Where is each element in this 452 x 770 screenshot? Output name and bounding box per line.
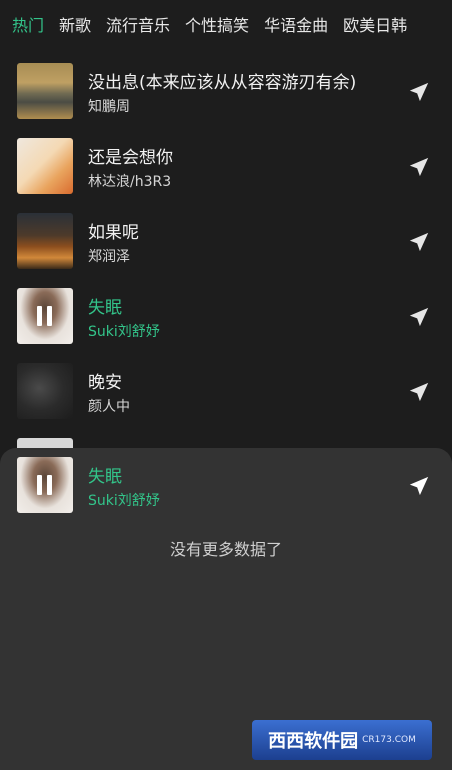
tab-western-jpkr[interactable]: 欧美日韩 [343, 12, 407, 36]
tab-pop-music[interactable]: 流行音乐 [106, 12, 170, 36]
send-icon[interactable] [408, 381, 430, 403]
now-playing-row[interactable]: 失眠 Suki刘舒妤 [0, 442, 452, 517]
song-artist: Suki刘舒妤 [88, 324, 160, 340]
send-icon[interactable] [408, 475, 430, 497]
song-row[interactable]: 晚安 颜人中 [0, 348, 452, 423]
album-cover [17, 288, 73, 344]
send-icon[interactable] [408, 231, 430, 253]
song-artist: 郑润泽 [88, 249, 130, 265]
album-cover [17, 457, 73, 513]
pause-icon[interactable] [35, 475, 55, 495]
album-cover [17, 213, 73, 269]
song-title: 失眠 [88, 298, 122, 318]
song-artist: 林达浪/h3R3 [88, 174, 172, 190]
song-row[interactable]: 没出息(本来应该从从容容游刃有余) 知鵬周 [0, 48, 452, 123]
now-playing-title: 失眠 [88, 467, 122, 487]
send-icon[interactable] [408, 156, 430, 178]
tab-new-songs[interactable]: 新歌 [59, 12, 91, 36]
watermark-logo-text: 西西软件园 [268, 731, 359, 752]
tab-chinese-classics[interactable]: 华语金曲 [264, 12, 328, 36]
tab-hot[interactable]: 热门 [12, 12, 44, 36]
song-row-playing[interactable]: 失眠 Suki刘舒妤 [0, 273, 452, 348]
album-cover [17, 363, 73, 419]
category-tabs: 热门 新歌 流行音乐 个性搞笑 华语金曲 欧美日韩 [0, 0, 452, 48]
now-playing-artist: Suki刘舒妤 [88, 493, 160, 509]
song-row[interactable]: 还是会想你 林达浪/h3R3 [0, 123, 452, 198]
song-row[interactable]: 如果呢 郑润泽 [0, 198, 452, 273]
send-icon[interactable] [408, 306, 430, 328]
song-title: 没出息(本来应该从从容容游刃有余) [88, 73, 357, 93]
watermark-url: CR173.COM [362, 735, 416, 745]
no-more-data-message: 没有更多数据了 [169, 540, 282, 559]
send-icon[interactable] [408, 81, 430, 103]
song-title: 晚安 [88, 373, 122, 393]
song-title: 如果呢 [88, 223, 139, 243]
tab-funny[interactable]: 个性搞笑 [185, 12, 249, 36]
album-cover [17, 138, 73, 194]
watermark-logo: 西西软件园 CR173.COM [252, 720, 432, 760]
song-artist: 颜人中 [88, 399, 130, 415]
pause-icon[interactable] [35, 306, 55, 326]
song-title: 还是会想你 [88, 148, 173, 168]
song-artist: 知鵬周 [88, 99, 130, 115]
album-cover [17, 63, 73, 119]
song-list: 没出息(本来应该从从容容游刃有余) 知鵬周 还是会想你 林达浪/h3R3 如果呢… [0, 48, 452, 498]
